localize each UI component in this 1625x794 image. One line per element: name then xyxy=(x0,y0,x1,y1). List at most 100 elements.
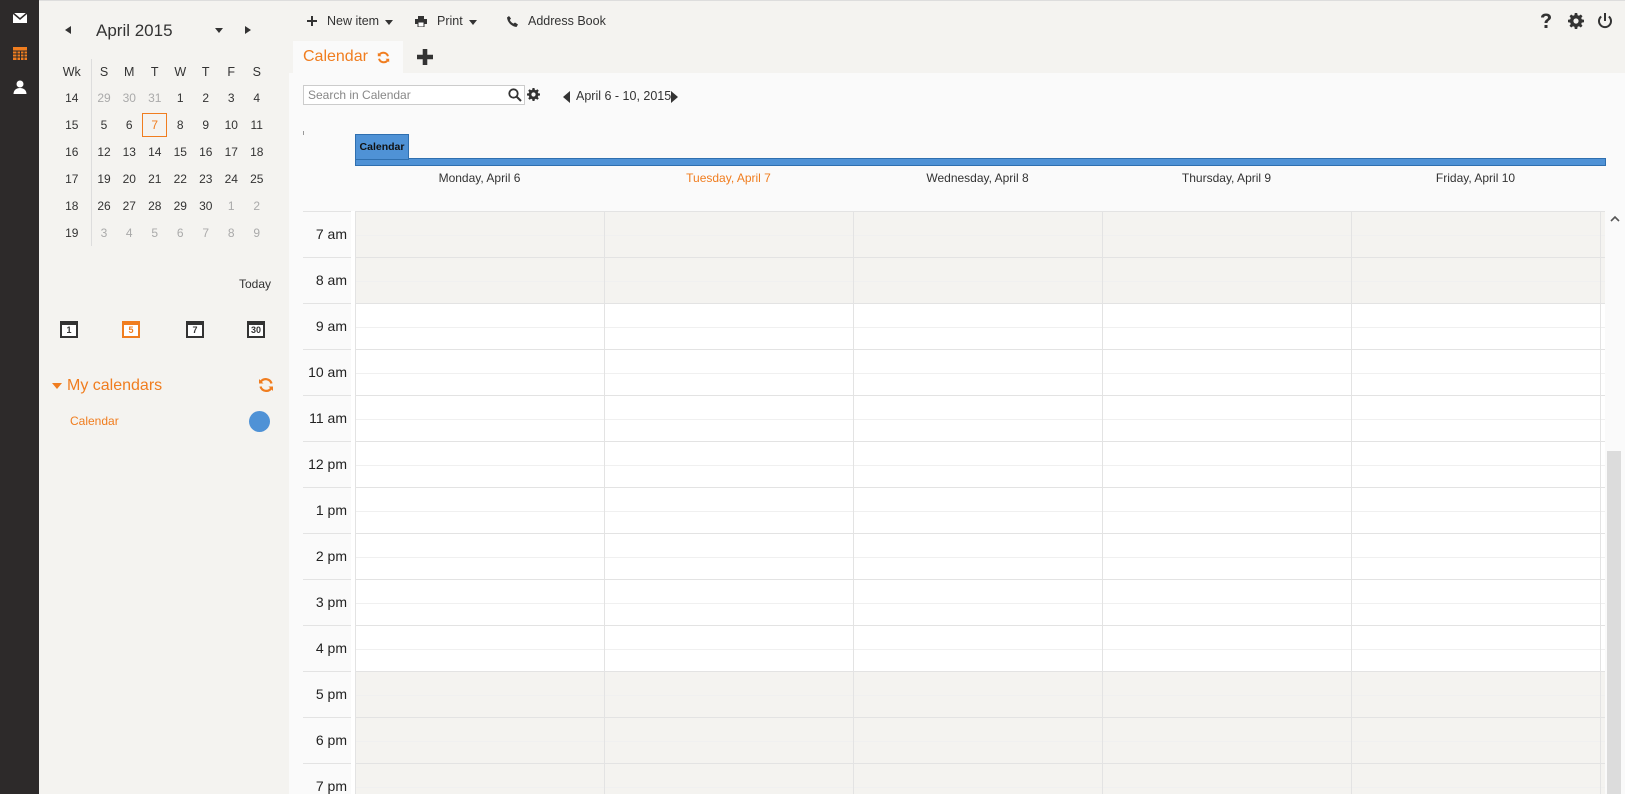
logout-button[interactable] xyxy=(1596,12,1614,30)
calendar-button[interactable] xyxy=(0,36,39,70)
today-button[interactable]: Today xyxy=(239,277,271,291)
mini-calendar-day[interactable]: 30 xyxy=(117,84,143,111)
mini-calendar-day[interactable]: 27 xyxy=(117,192,143,219)
week-number[interactable]: 18 xyxy=(53,192,92,219)
week-number[interactable]: 16 xyxy=(53,138,92,165)
add-tab-icon[interactable] xyxy=(417,49,433,65)
month-view-button[interactable]: 30 xyxy=(246,319,266,339)
calendar-color-swatch[interactable] xyxy=(249,411,270,432)
mini-calendar-day[interactable]: 13 xyxy=(117,138,143,165)
day-header[interactable]: Friday, April 10 xyxy=(1351,171,1600,185)
mini-calendar-day[interactable]: 2 xyxy=(244,192,270,219)
mini-calendar-day[interactable]: 8 xyxy=(219,219,245,246)
day-header[interactable]: Monday, April 6 xyxy=(355,171,604,185)
mini-calendar-day[interactable]: 4 xyxy=(244,84,270,111)
mini-calendar-day[interactable]: 12 xyxy=(91,138,117,165)
print-button[interactable]: Print xyxy=(415,14,477,28)
new-item-button[interactable]: New item xyxy=(307,14,394,28)
mini-calendar-day[interactable]: 25 xyxy=(244,165,270,192)
week-number[interactable]: 17 xyxy=(53,165,92,192)
mini-calendar-day[interactable]: 9 xyxy=(193,111,219,138)
scrollbar[interactable] xyxy=(1605,211,1625,794)
hour-slot[interactable] xyxy=(355,671,1605,717)
search-input[interactable] xyxy=(304,86,500,104)
mini-calendar-day[interactable]: 3 xyxy=(91,219,117,246)
mini-calendar-day[interactable]: 26 xyxy=(91,192,117,219)
mini-calendar-day[interactable]: 5 xyxy=(142,219,168,246)
mini-calendar-day[interactable]: 31 xyxy=(142,84,168,111)
settings-button[interactable] xyxy=(1567,12,1585,30)
next-month-button[interactable] xyxy=(241,23,255,37)
mini-calendar-day[interactable]: 30 xyxy=(193,192,219,219)
hour-slot[interactable] xyxy=(355,717,1605,763)
mini-calendar-day[interactable]: 19 xyxy=(91,165,117,192)
mini-calendar-day[interactable]: 5 xyxy=(91,111,117,138)
mini-calendar-day[interactable]: 21 xyxy=(142,165,168,192)
day-view-button[interactable]: 1 xyxy=(59,319,79,339)
mini-calendar-day[interactable]: 24 xyxy=(219,165,245,192)
week-number[interactable]: 19 xyxy=(53,219,92,246)
mini-calendar-day[interactable]: 29 xyxy=(168,192,194,219)
mini-calendar-day[interactable]: 10 xyxy=(219,111,245,138)
hour-slot[interactable] xyxy=(355,303,1605,349)
mini-calendar-day[interactable]: 1 xyxy=(168,84,194,111)
mini-calendar-day[interactable]: 2 xyxy=(193,84,219,111)
mini-calendar-day[interactable]: 17 xyxy=(219,138,245,165)
help-button[interactable] xyxy=(1537,12,1555,30)
hour-slot[interactable] xyxy=(355,211,1605,257)
next-range-button[interactable] xyxy=(671,91,678,103)
mail-button[interactable] xyxy=(0,1,39,35)
mini-calendar-day[interactable]: 9 xyxy=(244,219,270,246)
mini-calendar-day[interactable]: 11 xyxy=(244,111,270,138)
hour-slot[interactable] xyxy=(355,395,1605,441)
day-header[interactable]: Wednesday, April 8 xyxy=(853,171,1102,185)
prev-month-button[interactable] xyxy=(61,23,75,37)
mini-calendar-day[interactable]: 18 xyxy=(244,138,270,165)
calendar-column-label[interactable]: Calendar xyxy=(355,134,409,160)
mini-calendar-day[interactable]: 29 xyxy=(91,84,117,111)
time-grid[interactable]: 7 am 8 am 9 am 10 am 11 am 12 pm 1 pm 2 pm 3 pm 4… xyxy=(303,211,1605,794)
mini-calendar-day[interactable]: 14 xyxy=(142,138,168,165)
search-icon[interactable] xyxy=(508,88,522,102)
day-header[interactable]: Tuesday, April 7 xyxy=(604,171,853,185)
contacts-button[interactable] xyxy=(0,70,39,104)
mini-calendar-today[interactable]: 7 xyxy=(142,111,168,138)
mini-calendar-day[interactable]: 22 xyxy=(168,165,194,192)
mini-calendar-day[interactable]: 4 xyxy=(117,219,143,246)
address-book-button[interactable]: Address Book xyxy=(507,14,606,28)
mini-calendar-day[interactable]: 23 xyxy=(193,165,219,192)
hour-slot[interactable] xyxy=(355,579,1605,625)
chevron-up-icon[interactable] xyxy=(1609,213,1621,225)
mini-calendar-day[interactable]: 20 xyxy=(117,165,143,192)
mini-calendar-day[interactable]: 6 xyxy=(117,111,143,138)
hour-slot[interactable] xyxy=(355,441,1605,487)
mini-calendar-day[interactable]: 3 xyxy=(219,84,245,111)
month-dropdown-button[interactable] xyxy=(212,23,226,37)
hour-slot[interactable] xyxy=(355,763,1605,794)
hour-slot[interactable] xyxy=(355,487,1605,533)
tab-calendar[interactable]: Calendar xyxy=(293,41,403,73)
mini-calendar-day[interactable]: 1 xyxy=(219,192,245,219)
scrollbar-thumb[interactable] xyxy=(1607,451,1621,794)
month-title[interactable]: April 2015 xyxy=(96,21,173,41)
week-number[interactable]: 14 xyxy=(53,84,92,111)
mini-calendar-day[interactable]: 8 xyxy=(168,111,194,138)
hour-slot[interactable] xyxy=(355,533,1605,579)
my-calendars-header[interactable]: My calendars xyxy=(52,377,162,395)
hour-slot[interactable] xyxy=(355,257,1605,303)
workweek-view-button[interactable]: 5 xyxy=(121,319,141,339)
week-view-button[interactable]: 7 xyxy=(185,319,205,339)
prev-range-button[interactable] xyxy=(563,91,570,103)
week-number[interactable]: 15 xyxy=(53,111,92,138)
mini-calendar-day[interactable]: 6 xyxy=(168,219,194,246)
mini-calendar-day[interactable]: 15 xyxy=(168,138,194,165)
mini-calendar-day[interactable]: 7 xyxy=(193,219,219,246)
refresh-icon[interactable] xyxy=(258,377,274,393)
mini-calendar-day[interactable]: 28 xyxy=(142,192,168,219)
search-options-gear-icon[interactable] xyxy=(527,88,540,101)
mini-calendar-day[interactable]: 16 xyxy=(193,138,219,165)
calendar-list-item[interactable]: Calendar xyxy=(70,414,119,428)
day-header[interactable]: Thursday, April 9 xyxy=(1102,171,1351,185)
hour-slot[interactable] xyxy=(355,349,1605,395)
hour-slot[interactable] xyxy=(355,625,1605,671)
